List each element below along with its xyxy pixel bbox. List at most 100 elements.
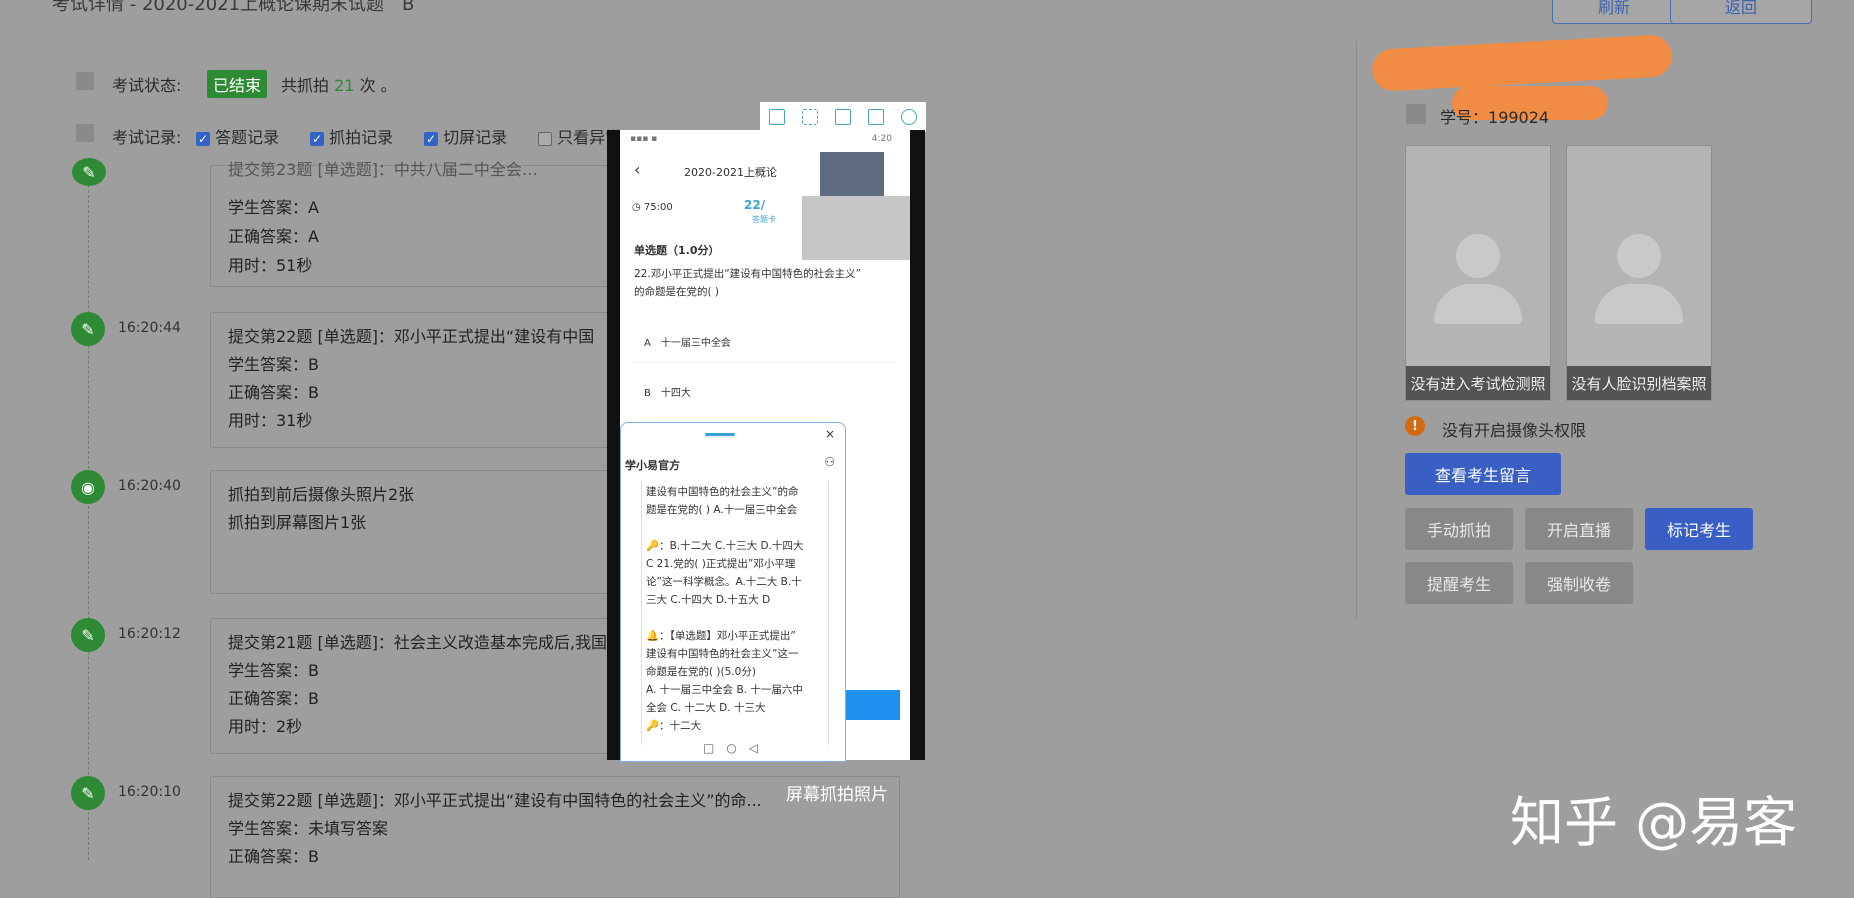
face-archive-photo[interactable]: 没有人脸识别档案照 (1566, 145, 1712, 401)
phone-question-line: 的命题是在党的( ) (634, 286, 720, 298)
scrollbar[interactable] (1838, 40, 1846, 860)
card-line: 学生答案：B (228, 661, 319, 680)
card-line: 用时：2秒 (228, 717, 303, 736)
floating-answer-window[interactable]: × 学小易官方 ⚇ 建设有中国特色的社会主义”的命 题是在党的( ) A.十一届… (620, 422, 846, 762)
timeline-time: 16:20:10 (118, 784, 181, 800)
submit-answer-button[interactable] (846, 690, 900, 720)
capture-suffix: 次 。 (359, 76, 397, 95)
phone-option-b[interactable]: B 十四大 (644, 384, 691, 399)
avatar-placeholder-icon (1456, 234, 1500, 278)
checkbox-checked[interactable] (310, 131, 324, 146)
checkbox-checked[interactable] (424, 131, 438, 146)
popup-line: 建设有中国特色的社会主义”这一 (646, 648, 799, 660)
avatar-placeholder-icon (1617, 234, 1661, 278)
share-icon[interactable] (868, 109, 885, 125)
card-line: 用时：31秒 (228, 411, 313, 430)
exam-check-photo[interactable]: 没有进入考试检测照 (1405, 145, 1551, 401)
records-label: 考试记录: (112, 128, 182, 147)
avatar-placeholder-icon (1434, 284, 1522, 324)
status-badge: 已结束 (207, 70, 268, 98)
popup-line: C 21.党的( )正式提出”邓小平理 (646, 558, 796, 570)
filter-answer-records[interactable]: 答题记录 (196, 124, 279, 148)
popup-line: 🔑：B.十二大 C.十三大 D.十四大 (646, 540, 804, 552)
capture-summary: 共抓拍 21 次 。 (281, 72, 397, 96)
timeline-time: 16:20:44 (118, 320, 181, 336)
force-submit-button[interactable]: 强制收卷 (1525, 562, 1633, 604)
phone-exam-title: 2020-2021上概论 (684, 166, 777, 179)
timeline-time: 16:20:40 (118, 478, 181, 494)
camera-capture-icon: ◉ (71, 470, 105, 504)
popup-line: 题是在党的( ) A.十一届三中全会 (646, 504, 798, 516)
filter-switch-records[interactable]: 切屏记录 (424, 124, 507, 148)
drag-handle[interactable] (705, 433, 735, 436)
card-line: 学生答案：A (228, 198, 319, 217)
photo-caption: 没有进入考试检测照 (1406, 366, 1550, 400)
timer-value: 75:00 (643, 202, 673, 213)
nav-bar-icons: □ ○ ◁ (703, 741, 759, 755)
card-line: 正确答案：A (228, 227, 319, 246)
popup-line: 三大 C.十四大 D.十五大 D (646, 594, 771, 606)
phone-progress: 22/ (744, 198, 766, 212)
phone-timer: ◷ 75:00 (632, 202, 673, 213)
edit-icon: ✎ (71, 776, 105, 810)
watermark: 知乎 @易客 (1510, 791, 1798, 854)
card-line: 提交第23题 [单选题]：中共八届二中全会… (228, 160, 538, 179)
popup-line: 论”这一科学概念。A.十二大 B.十 (646, 576, 802, 588)
manual-capture-button[interactable]: 手动抓拍 (1405, 508, 1513, 550)
popup-title: 学小易官方 (625, 459, 680, 472)
checkbox-checked[interactable] (196, 131, 210, 146)
capture-count: 21 (334, 76, 355, 95)
mark-student-button[interactable]: 标记考生 (1645, 508, 1753, 550)
card-line: 正确答案：B (228, 383, 319, 402)
status-label: 考试状态: (112, 76, 182, 95)
option-key: A (644, 338, 651, 349)
close-icon[interactable]: × (825, 427, 835, 441)
fullscreen-icon[interactable] (801, 109, 818, 125)
edit-icon: ✎ (71, 618, 105, 652)
popup-line: A. 十一届三中全会 B. 十一届六中 (646, 684, 803, 696)
filter-label: 切屏记录 (443, 128, 508, 147)
phone-question-type: 单选题（1.0分） (634, 244, 720, 257)
phone-question-line: 22.邓小平正式提出“建设有中国特色的社会主义” (634, 268, 862, 280)
refresh-button[interactable]: 刷新 (1552, 0, 1676, 24)
student-id: 学号：199024 (1440, 104, 1549, 128)
preview-toolbar (760, 102, 926, 132)
view-student-message-button[interactable]: 查看考生留言 (1405, 453, 1561, 495)
card-line: 正确答案：B (228, 689, 319, 708)
phone-option-a[interactable]: A 十一届三中全会 (644, 334, 731, 349)
user-icon[interactable]: ⚇ (824, 455, 835, 469)
card-line: 提交第22题 [单选题]：邓小平正式提出“建设有中国 (228, 327, 595, 346)
save-icon[interactable] (834, 109, 851, 125)
phone-progress-sub: 答题卡 (752, 215, 776, 224)
option-text: 十四大 (660, 388, 691, 399)
student-id-value: 199024 (1488, 108, 1550, 127)
card-line: 学生答案：B (228, 355, 319, 374)
filter-label: 抓拍记录 (329, 128, 394, 147)
back-button[interactable]: 返回 (1670, 0, 1812, 24)
edit-icon: ✎ (72, 158, 106, 186)
edit-icon: ✎ (71, 312, 105, 346)
chart-icon (76, 72, 94, 90)
avatar-placeholder-icon (1595, 284, 1683, 324)
popup-content: 建设有中国特色的社会主义”的命 题是在党的( ) A.十一届三中全会 🔑：B.十… (641, 481, 829, 745)
card-line: 学生答案：未填写答案 (228, 819, 389, 838)
student-id-label: 学号： (1440, 108, 1489, 127)
page-title: 考试详情 - 2020-2021上概论课期末试题 B (52, 0, 415, 15)
filter-capture-records[interactable]: 抓拍记录 (310, 124, 393, 148)
checkbox-unchecked[interactable] (538, 131, 552, 146)
card-line: 用时：51秒 (228, 256, 313, 275)
gear-icon[interactable] (901, 109, 918, 125)
card-line: 抓拍到屏幕图片1张 (228, 513, 367, 532)
remind-student-button[interactable]: 提醒考生 (1405, 562, 1513, 604)
option-text: 十一届三中全会 (660, 338, 731, 349)
popup-line: 命题是在党的( )(5.0分) (646, 666, 756, 678)
camera-permission-warning: 没有开启摄像头权限 (1442, 421, 1587, 440)
card-line: 提交第21题 [单选题]：社会主义改造基本完成后,我国 (228, 633, 608, 652)
card-line: 抓拍到前后摄像头照片2张 (228, 485, 415, 504)
filter-label: 答题记录 (215, 128, 280, 147)
copy-icon[interactable] (768, 109, 785, 125)
photo-caption: 没有人脸识别档案照 (1567, 366, 1711, 400)
start-live-button[interactable]: 开启直播 (1525, 508, 1633, 550)
capture-prefix: 共抓拍 (281, 76, 330, 95)
timeline-time: 16:20:12 (118, 626, 181, 642)
